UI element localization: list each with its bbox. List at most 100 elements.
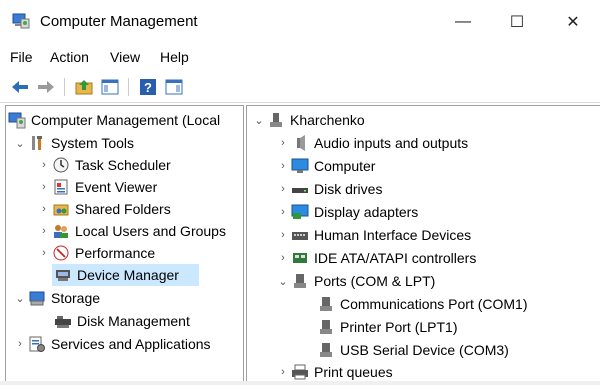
chevron-right-icon[interactable]: › <box>36 154 52 176</box>
chevron-down-icon[interactable]: ⌄ <box>275 270 291 292</box>
tree-item-ide-ata-atapi-controllers[interactable]: › IDE ATA/ATAPI controllers <box>275 247 476 269</box>
chevron-right-icon[interactable]: › <box>12 333 28 355</box>
printer-icon <box>291 363 309 381</box>
clock-icon <box>52 156 70 174</box>
tree-item-device-manager[interactable]: Device Manager <box>52 264 199 286</box>
tree-item-usb-serial-device-com3[interactable]: USB Serial Device (COM3) <box>317 339 509 361</box>
storage-icon <box>28 289 46 307</box>
chevron-down-icon[interactable]: ⌄ <box>251 109 267 131</box>
users-icon <box>52 222 70 240</box>
tree-item-disk-drives[interactable]: › Disk drives <box>275 178 382 200</box>
tree-item-display-adapters[interactable]: › Display adapters <box>275 201 418 223</box>
chevron-right-icon[interactable]: › <box>36 220 52 242</box>
monitor-icon <box>291 157 309 175</box>
show-hide-console-tree-icon[interactable] <box>100 77 120 97</box>
chevron-right-icon[interactable]: › <box>275 361 291 382</box>
tree-item-kharchenko[interactable]: ⌄ Kharchenko <box>251 109 365 131</box>
chevron-right-icon[interactable]: › <box>36 242 52 264</box>
menu-action[interactable]: Action <box>50 49 89 65</box>
port-icon <box>317 318 335 336</box>
forward-arrow-icon[interactable] <box>36 77 56 97</box>
chevron-right-icon[interactable]: › <box>36 176 52 198</box>
window-title: Computer Management <box>40 13 198 30</box>
device-tree-pane: ⌄ Kharchenko › Audio inputs and outputs … <box>246 105 600 383</box>
event-viewer-icon <box>52 178 70 196</box>
chevron-right-icon[interactable]: › <box>36 198 52 220</box>
tree-item-disk-management[interactable]: Disk Management <box>52 310 190 332</box>
chevron-right-icon[interactable]: › <box>275 155 291 177</box>
port-icon <box>317 341 335 359</box>
tree-item-ports[interactable]: ⌄ Ports (COM & LPT) <box>275 270 435 292</box>
tree-item-label: Print queues <box>314 364 393 380</box>
tree-item-computer-management[interactable]: Computer Management (Local <box>8 109 220 131</box>
tree-item-label: Display adapters <box>314 204 419 220</box>
port-icon <box>317 295 335 313</box>
chevron-right-icon[interactable]: › <box>275 132 291 154</box>
tree-item-label: Local Users and Groups <box>75 223 226 239</box>
back-arrow-icon[interactable] <box>10 77 30 97</box>
tree-item-services-and-applications[interactable]: › Services and Applications <box>12 333 211 355</box>
chevron-down-icon[interactable]: ⌄ <box>12 132 28 154</box>
tree-item-label: Communications Port (COM1) <box>340 296 528 312</box>
disk-drive-icon <box>291 180 309 198</box>
tree-item-shared-folders[interactable]: › Shared Folders <box>36 198 171 220</box>
toolbar: ? <box>0 72 600 103</box>
tree-item-label: Storage <box>51 290 101 306</box>
tree-item-task-scheduler[interactable]: › Task Scheduler <box>36 154 171 176</box>
ide-controller-icon <box>291 249 309 267</box>
tree-item-storage[interactable]: ⌄ Storage <box>12 287 100 309</box>
tree-item-label: Disk Management <box>77 313 190 329</box>
help-icon[interactable]: ? <box>138 77 158 97</box>
chevron-right-icon[interactable]: › <box>275 201 291 223</box>
chevron-right-icon[interactable]: › <box>275 224 291 246</box>
tree-item-label: Computer Management (Local <box>31 112 221 128</box>
menu-view[interactable]: View <box>110 49 140 65</box>
tree-item-label: Device Manager <box>77 267 179 283</box>
tree-item-label: Printer Port (LPT1) <box>340 319 458 335</box>
minimize-button[interactable]: — <box>440 0 486 44</box>
tree-item-performance[interactable]: › Performance <box>36 242 155 264</box>
show-hide-action-pane-icon[interactable] <box>164 77 184 97</box>
tree-item-label: Shared Folders <box>75 201 171 217</box>
chevron-right-icon[interactable]: › <box>275 178 291 200</box>
menu-file[interactable]: File <box>10 49 33 65</box>
tree-item-label: Event Viewer <box>75 179 158 195</box>
display-adapter-icon <box>291 203 309 221</box>
tree-item-local-users-and-groups[interactable]: › Local Users and Groups <box>36 220 226 242</box>
up-folder-icon[interactable] <box>74 77 94 97</box>
tree-item-label: Services and Applications <box>51 336 211 352</box>
tree-item-label: IDE ATA/ATAPI controllers <box>314 250 477 266</box>
tree-item-system-tools[interactable]: ⌄ System Tools <box>12 132 134 154</box>
computer-node-icon <box>267 111 285 129</box>
close-button[interactable]: ✕ <box>550 0 596 44</box>
hid-icon <box>291 226 309 244</box>
tree-item-label: Ports (COM & LPT) <box>314 273 436 289</box>
tree-item-printer-port-lpt1[interactable]: Printer Port (LPT1) <box>317 316 457 338</box>
menu-bar: File Action View Help <box>0 44 600 71</box>
computer-management-app-icon <box>12 13 30 29</box>
tree-item-print-queues[interactable]: › Print queues <box>275 361 393 382</box>
chevron-right-icon[interactable]: › <box>275 247 291 269</box>
tree-item-communications-port-com1[interactable]: Communications Port (COM1) <box>317 293 528 315</box>
disk-management-icon <box>54 312 72 330</box>
maximize-button[interactable]: ☐ <box>494 0 540 44</box>
tools-icon <box>28 134 46 152</box>
tree-item-label: USB Serial Device (COM3) <box>340 342 509 358</box>
performance-icon <box>52 244 70 262</box>
tree-item-audio-inputs-and-outputs[interactable]: › Audio inputs and outputs <box>275 132 468 154</box>
tree-item-event-viewer[interactable]: › Event Viewer <box>36 176 157 198</box>
tree-item-label: Computer <box>314 158 376 174</box>
console-tree-pane: Computer Management (Local ⌄ System Tool… <box>5 105 244 383</box>
toolbar-separator <box>64 78 65 96</box>
window-bottom-edge <box>0 381 600 385</box>
toolbar-separator <box>128 78 129 96</box>
port-icon <box>291 272 309 290</box>
tree-item-label: Kharchenko <box>290 112 365 128</box>
tree-item-label: Performance <box>75 245 156 261</box>
tree-item-computer[interactable]: › Computer <box>275 155 375 177</box>
chevron-down-icon[interactable]: ⌄ <box>12 287 28 309</box>
tree-item-label: Disk drives <box>314 181 383 197</box>
tree-item-human-interface-devices[interactable]: › Human Interface Devices <box>275 224 471 246</box>
title-bar: Computer Management — ☐ ✕ <box>0 0 600 44</box>
menu-help[interactable]: Help <box>160 49 189 65</box>
